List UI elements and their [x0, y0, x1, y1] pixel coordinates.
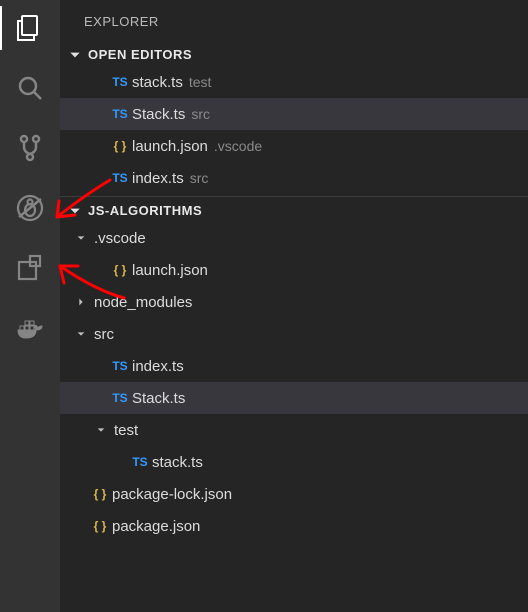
json-icon: { } [108, 139, 132, 153]
json-icon: { } [88, 519, 112, 533]
activity-explorer[interactable] [14, 12, 46, 44]
typescript-icon: TS [108, 391, 132, 405]
activity-docker[interactable] [14, 312, 46, 344]
activity-bar [0, 0, 60, 612]
file-name: stack.ts [152, 454, 203, 471]
file-item[interactable]: { }package-lock.json [60, 478, 528, 510]
file-name: index.ts [132, 358, 184, 375]
workspace-tree: .vscode{ }launch.jsonnode_modulessrcTSin… [60, 222, 528, 542]
file-path: test [189, 74, 212, 90]
open-editor-item[interactable]: { }launch.json .vscode [60, 130, 528, 162]
activity-search[interactable] [14, 72, 46, 104]
file-item[interactable]: TSStack.ts [60, 382, 528, 414]
typescript-icon: TS [128, 455, 152, 469]
chevron-down-icon [74, 327, 88, 341]
file-item[interactable]: { }launch.json [60, 254, 528, 286]
json-icon: { } [108, 263, 132, 277]
folder-item[interactable]: test [60, 414, 528, 446]
file-path: src [191, 106, 210, 122]
typescript-icon: TS [108, 171, 132, 185]
activity-extensions[interactable] [14, 252, 46, 284]
explorer-sidebar: EXPLORER OPEN EDITORS TSstack.tstestTSSt… [60, 0, 528, 612]
chevron-down-icon [68, 204, 82, 218]
file-path: src [190, 170, 209, 186]
file-path: .vscode [214, 138, 262, 154]
typescript-icon: TS [108, 107, 132, 121]
workspace-header[interactable]: JS-ALGORITHMS [60, 199, 528, 222]
file-item[interactable]: { }package.json [60, 510, 528, 542]
typescript-icon: TS [108, 75, 132, 89]
open-editor-item[interactable]: TSStack.ts src [60, 98, 528, 130]
open-editor-item[interactable]: TSstack.ts test [60, 66, 528, 98]
typescript-icon: TS [108, 359, 132, 373]
file-name: package-lock.json [112, 486, 232, 503]
sidebar-title: EXPLORER [60, 0, 528, 43]
file-name: launch.json [132, 138, 208, 155]
folder-item[interactable]: .vscode [60, 222, 528, 254]
workspace-label: JS-ALGORITHMS [88, 203, 202, 218]
chevron-down-icon [94, 423, 108, 437]
chevron-down-icon [68, 48, 82, 62]
folder-name: test [114, 422, 138, 439]
file-name: stack.ts [132, 74, 183, 91]
section-divider [60, 196, 528, 197]
json-icon: { } [88, 487, 112, 501]
open-editor-item[interactable]: TSindex.ts src [60, 162, 528, 194]
folder-name: .vscode [94, 230, 146, 247]
open-editors-label: OPEN EDITORS [88, 47, 192, 62]
file-name: launch.json [132, 262, 208, 279]
file-name: Stack.ts [132, 106, 185, 123]
folder-name: node_modules [94, 294, 192, 311]
file-item[interactable]: TSindex.ts [60, 350, 528, 382]
folder-item[interactable]: node_modules [60, 286, 528, 318]
chevron-right-icon [74, 295, 88, 309]
activity-debug[interactable] [14, 192, 46, 224]
chevron-down-icon [74, 231, 88, 245]
activity-source-control[interactable] [14, 132, 46, 164]
folder-name: src [94, 326, 114, 343]
folder-item[interactable]: src [60, 318, 528, 350]
open-editors-header[interactable]: OPEN EDITORS [60, 43, 528, 66]
file-name: Stack.ts [132, 390, 185, 407]
open-editors-list: TSstack.tstestTSStack.tssrc{ }launch.jso… [60, 66, 528, 194]
file-name: index.ts [132, 170, 184, 187]
file-name: package.json [112, 518, 200, 535]
file-item[interactable]: TSstack.ts [60, 446, 528, 478]
